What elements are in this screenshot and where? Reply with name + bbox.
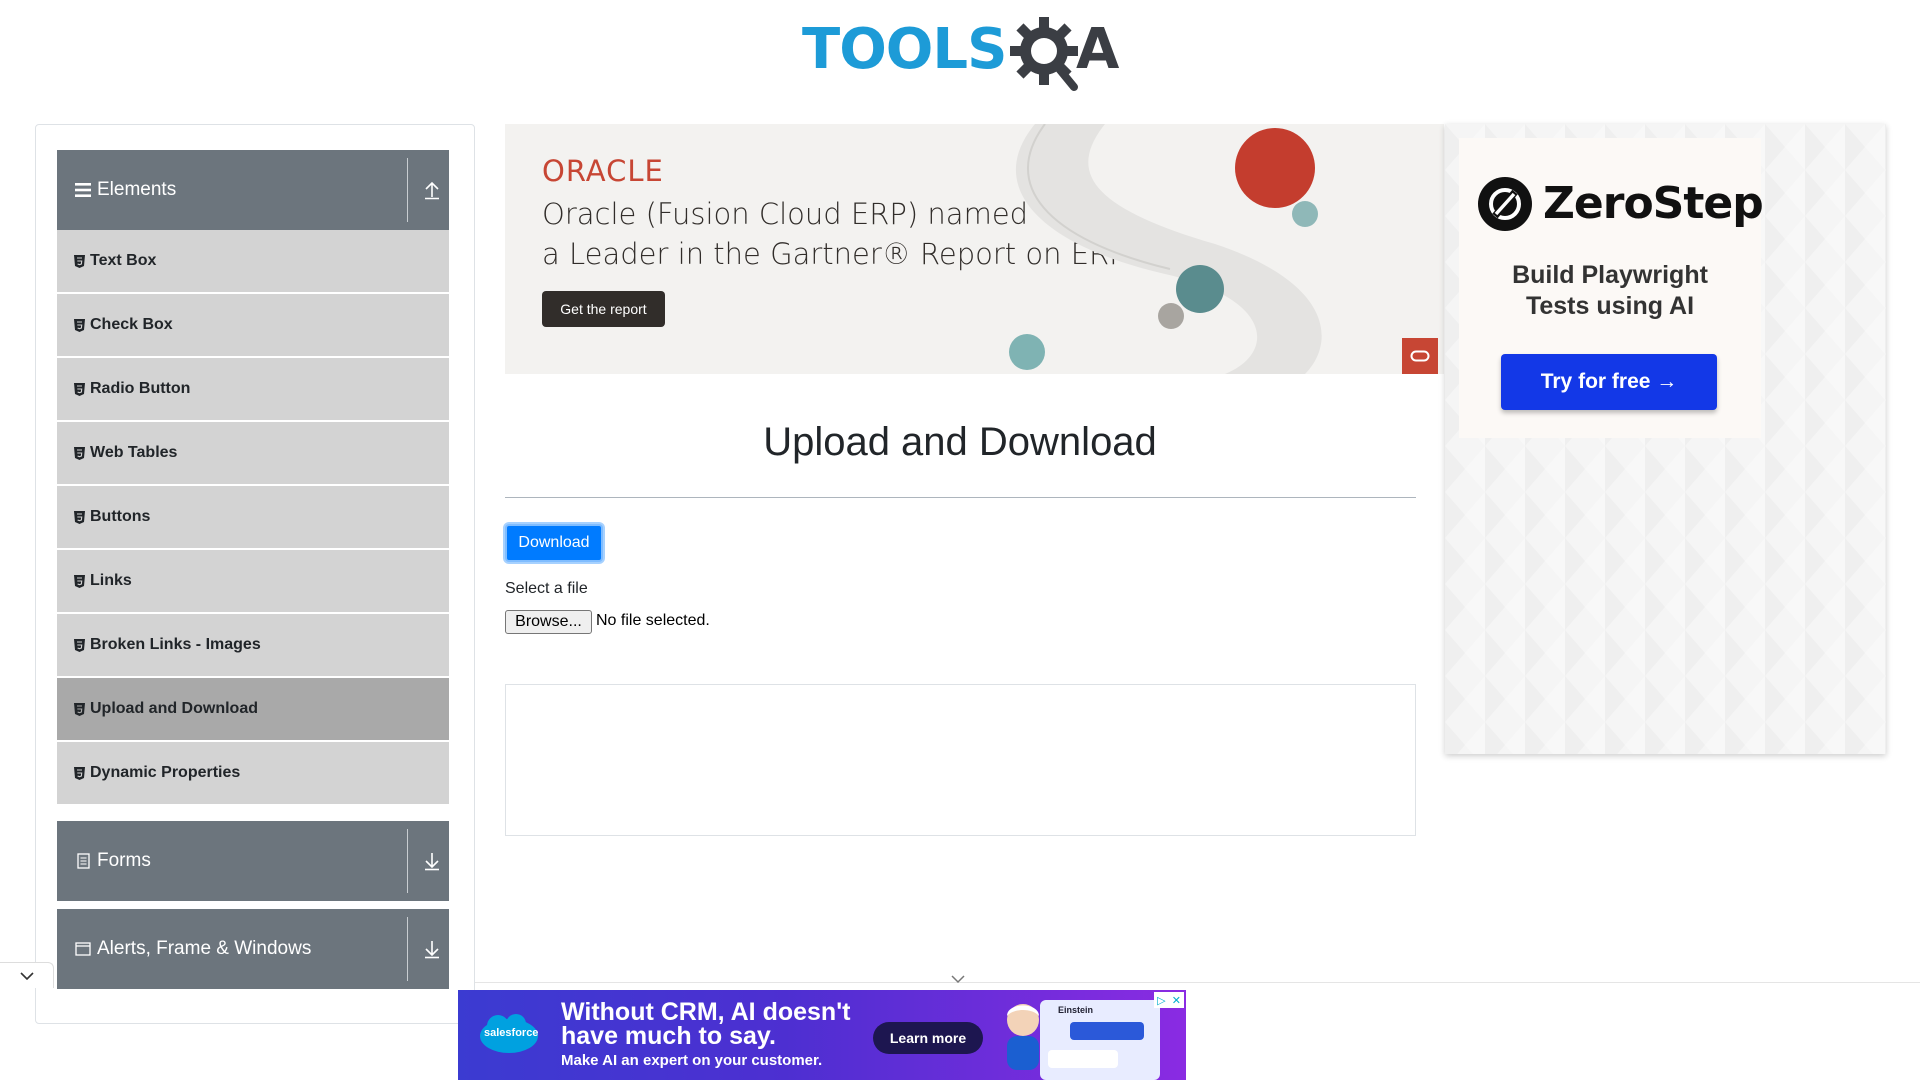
zerostep-side-ad[interactable]: ZeroStep Build Playwright Tests using AI… bbox=[1445, 124, 1886, 754]
logo-text-a: A bbox=[1076, 17, 1120, 82]
left-sidebar: Elements Text Box Check Box Radio Button… bbox=[35, 124, 475, 1024]
title-divider bbox=[505, 497, 1416, 498]
sidebar-item-radio-button[interactable]: Radio Button bbox=[57, 358, 449, 420]
sidebar-item-check-box[interactable]: Check Box bbox=[57, 294, 449, 356]
sidebar-item-label: Radio Button bbox=[90, 380, 191, 397]
divider bbox=[407, 917, 408, 981]
ad-decorative-artwork bbox=[1009, 124, 1322, 374]
html5-shield-icon bbox=[72, 702, 86, 716]
select-file-label: Select a file bbox=[505, 580, 588, 597]
ad-choices-icon[interactable]: ▷ ✕ bbox=[1154, 992, 1184, 1008]
group-title: Forms bbox=[97, 850, 151, 871]
html5-shield-icon bbox=[72, 446, 86, 460]
html5-shield-icon bbox=[72, 254, 86, 268]
ad-tagline: Build Playwright Tests using AI bbox=[1459, 260, 1761, 322]
ad-tagline-line1: Build Playwright bbox=[1512, 261, 1708, 289]
sidebar-item-label: Dynamic Properties bbox=[90, 764, 241, 781]
ad-tagline-line2: Tests using AI bbox=[1525, 292, 1695, 320]
bottom-ad-divider bbox=[475, 982, 1920, 983]
sidebar-item-web-tables[interactable]: Web Tables bbox=[57, 422, 449, 484]
window-icon bbox=[75, 941, 91, 957]
collapse-left-button[interactable] bbox=[0, 962, 54, 988]
zerostep-logo-icon bbox=[1478, 177, 1532, 231]
group-header-elements[interactable]: Elements bbox=[57, 150, 449, 230]
arrow-down-icon[interactable] bbox=[423, 939, 441, 959]
ad-headline: Without CRM, AI doesn't have much to say… bbox=[561, 998, 851, 1050]
html5-shield-icon bbox=[72, 510, 86, 524]
oracle-o-badge-icon[interactable] bbox=[1402, 338, 1438, 374]
html5-shield-icon bbox=[72, 638, 86, 652]
download-button[interactable]: Download bbox=[505, 524, 603, 562]
sidebar-item-buttons[interactable]: Buttons bbox=[57, 486, 449, 548]
oracle-logo: ORACLE bbox=[542, 154, 664, 188]
page-title: Upload and Download bbox=[763, 420, 1157, 464]
chat-mockup-title: Einstein bbox=[1058, 1005, 1094, 1015]
chat-bubble bbox=[1070, 1022, 1144, 1040]
ad-headline-line2: have much to say. bbox=[561, 1022, 776, 1050]
sidebar-item-label: Upload and Download bbox=[90, 700, 258, 717]
sidebar-item-dynamic-properties[interactable]: Dynamic Properties bbox=[57, 742, 449, 804]
ad-card: ZeroStep Build Playwright Tests using AI… bbox=[1459, 138, 1764, 438]
salesforce-bottom-ad[interactable]: salesforce Without CRM, AI doesn't have … bbox=[458, 990, 1186, 1080]
ad-headline-line1: Without CRM, AI doesn't bbox=[561, 998, 851, 1026]
sidebar-item-label: Buttons bbox=[90, 508, 151, 525]
sidebar-item-text-box[interactable]: Text Box bbox=[57, 230, 449, 292]
divider bbox=[407, 158, 408, 222]
chat-mockup-panel: Einstein bbox=[1040, 1000, 1160, 1080]
ad-headline-line1: Oracle (Fusion Cloud ERP) named bbox=[542, 197, 1029, 231]
zerostep-brand-name: ZeroStep bbox=[1543, 178, 1764, 229]
toolsqa-logo[interactable]: TOOLS A bbox=[800, 12, 1125, 92]
arrow-down-icon[interactable] bbox=[423, 851, 441, 871]
get-report-button[interactable]: Get the report bbox=[542, 291, 665, 327]
group-title: Elements bbox=[97, 179, 177, 200]
learn-more-button[interactable]: Learn more bbox=[873, 1022, 983, 1054]
sidebar-item-label: Text Box bbox=[90, 252, 157, 269]
group-header-alerts-frame-windows[interactable]: Alerts, Frame & Windows bbox=[57, 909, 449, 989]
group-header-forms[interactable]: Forms bbox=[57, 821, 449, 901]
file-status-text: No file selected. bbox=[596, 612, 710, 629]
divider bbox=[407, 829, 408, 893]
html5-shield-icon bbox=[72, 574, 86, 588]
oracle-banner-ad[interactable]: ORACLE Oracle (Fusion Cloud ERP) named a… bbox=[505, 124, 1444, 374]
sidebar-item-label: Web Tables bbox=[90, 444, 178, 461]
chevron-down-icon bbox=[19, 971, 34, 980]
chevron-down-icon bbox=[951, 974, 965, 983]
group-title: Alerts, Frame & Windows bbox=[97, 938, 312, 959]
try-for-free-button[interactable]: Try for free → bbox=[1501, 354, 1717, 410]
sidebar-item-upload-and-download[interactable]: Upload and Download bbox=[57, 678, 449, 740]
sidebar-item-broken-links[interactable]: Broken Links - Images bbox=[57, 614, 449, 676]
html5-shield-icon bbox=[72, 318, 86, 332]
sidebar-item-label: Check Box bbox=[90, 316, 173, 333]
browse-file-button[interactable]: Browse... bbox=[505, 610, 592, 634]
ad-subtext: Make AI an expert on your customer. bbox=[561, 1052, 823, 1069]
logo-text-tools: TOOLS bbox=[802, 17, 1007, 82]
sidebar-item-links[interactable]: Links bbox=[57, 550, 449, 612]
sidebar-item-label: Broken Links - Images bbox=[90, 636, 261, 653]
document-icon bbox=[75, 853, 91, 869]
hamburger-icon bbox=[75, 182, 91, 198]
sidebar-item-label: Links bbox=[90, 572, 132, 589]
collapse-ad-button[interactable] bbox=[948, 973, 968, 985]
salesforce-brand-text: salesforce bbox=[484, 1027, 539, 1039]
uploaded-file-result-box bbox=[505, 684, 1416, 836]
chat-bubble bbox=[1048, 1050, 1118, 1068]
arrow-up-icon[interactable] bbox=[423, 180, 441, 200]
html5-shield-icon bbox=[72, 766, 86, 780]
html5-shield-icon bbox=[72, 382, 86, 396]
